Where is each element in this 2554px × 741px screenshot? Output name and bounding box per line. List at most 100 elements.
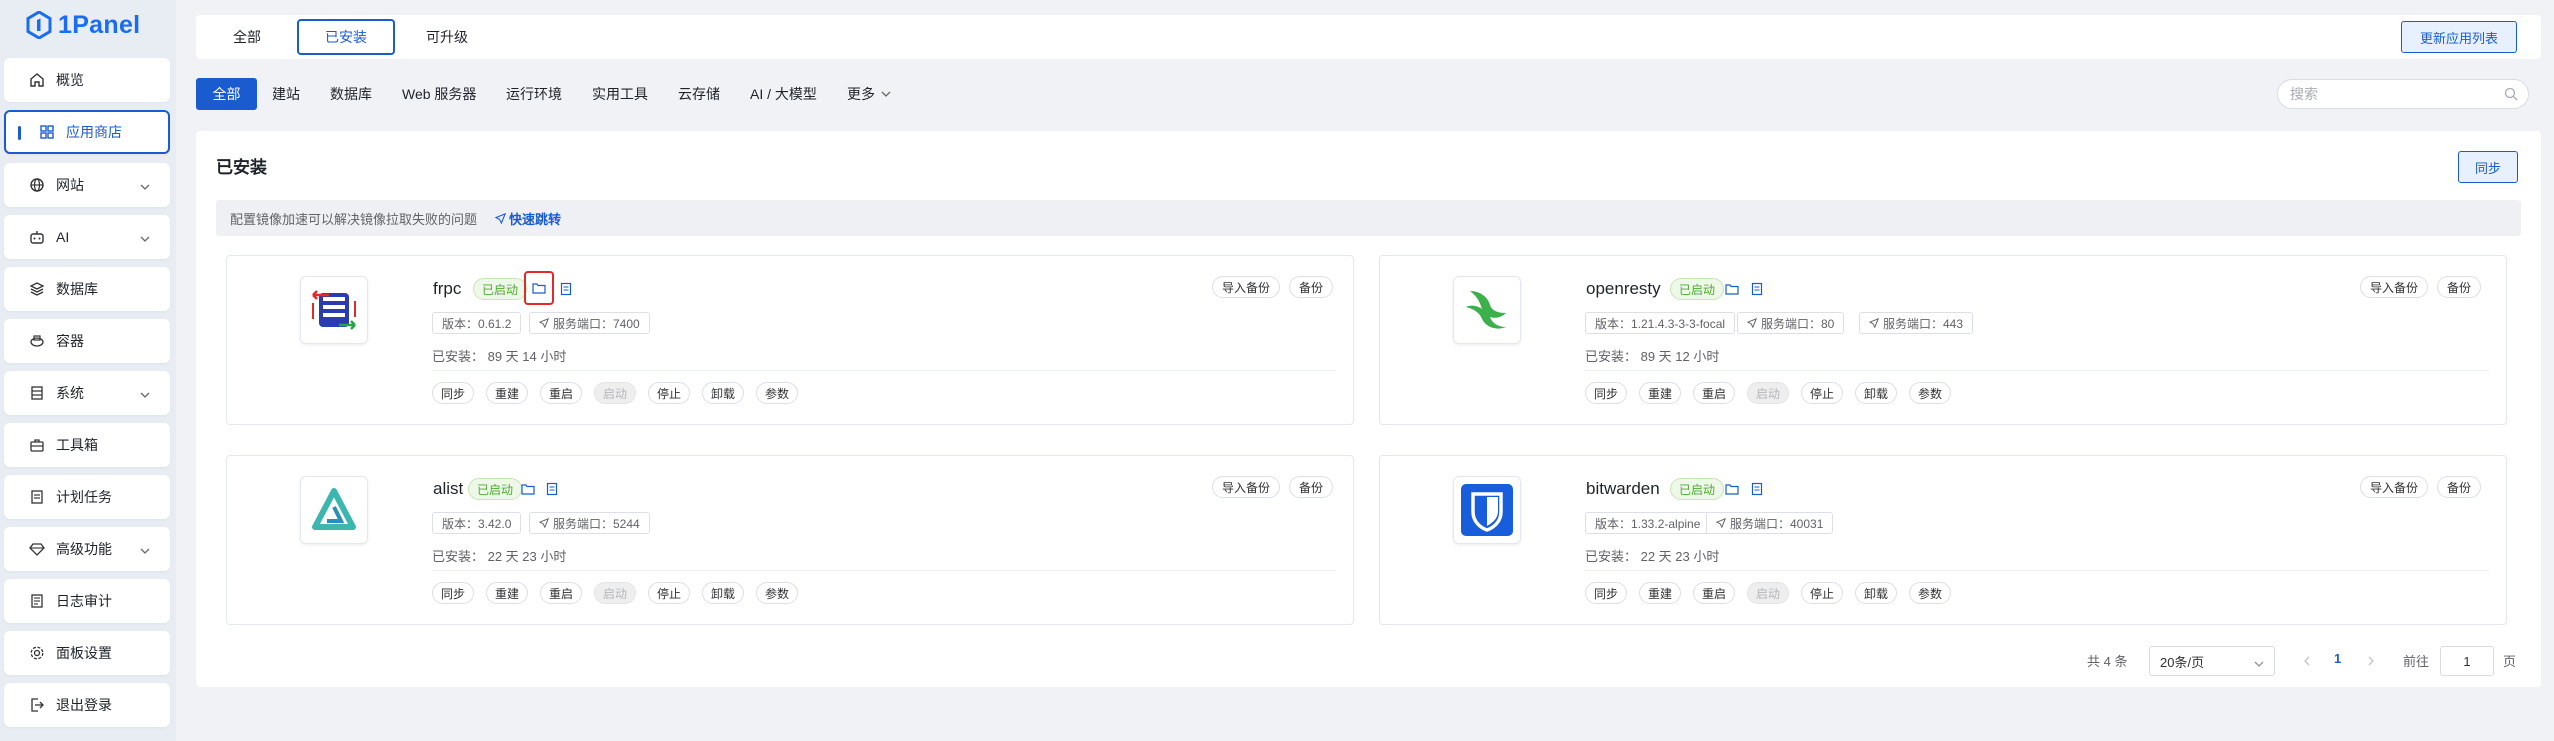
sidebar-item-overview[interactable]: 概览 <box>4 58 170 102</box>
op-rebuild-button[interactable]: 重建 <box>1639 382 1682 404</box>
sidebar-item-system[interactable]: 系统 <box>4 371 170 415</box>
op-restart-button[interactable]: 重启 <box>1693 382 1736 404</box>
category-all[interactable]: 全部 <box>196 78 257 110</box>
goto-page-input[interactable]: 1 <box>2440 646 2494 676</box>
backup-button[interactable]: 备份 <box>2437 276 2482 298</box>
category-more[interactable]: 更多 <box>847 78 891 110</box>
logo-icon <box>26 11 52 39</box>
category-cloud-storage[interactable]: 云存储 <box>678 78 720 110</box>
op-sync-button[interactable]: 同步 <box>1585 582 1628 604</box>
log-file-icon[interactable] <box>1748 280 1766 298</box>
import-backup-button[interactable]: 导入备份 <box>1212 476 1281 498</box>
import-backup-button[interactable]: 导入备份 <box>2360 276 2429 298</box>
op-restart-button[interactable]: 重启 <box>540 382 583 404</box>
next-page-icon[interactable] <box>2366 653 2376 671</box>
toolbox-icon <box>28 436 46 454</box>
category-web-server[interactable]: Web 服务器 <box>402 78 476 110</box>
backup-button[interactable]: 备份 <box>2437 476 2482 498</box>
folder-icon[interactable] <box>1723 480 1741 498</box>
bitwarden-logo[interactable] <box>1453 476 1521 544</box>
tab-all[interactable]: 全部 <box>218 19 276 55</box>
op-sync-button[interactable]: 同步 <box>1585 382 1628 404</box>
op-uninstall-button[interactable]: 卸载 <box>1855 382 1898 404</box>
sidebar-item-cron[interactable]: 计划任务 <box>4 475 170 519</box>
app-card-frpc: frpc 已启动 版本：0.61.2 服务端口：7400 已安装： 89 天 1… <box>226 255 1354 425</box>
notice-text: 配置镜像加速可以解决镜像拉取失败的问题 <box>230 211 478 227</box>
sync-button[interactable]: 同步 <box>2458 151 2518 183</box>
log-file-icon[interactable] <box>543 480 561 498</box>
op-start-button[interactable]: 启动 <box>1747 382 1790 404</box>
page-unit-label: 页 <box>2503 654 2517 669</box>
folder-icon[interactable] <box>524 271 554 305</box>
brand-logo[interactable]: 1Panel <box>26 6 140 44</box>
op-stop-button[interactable]: 停止 <box>1801 582 1844 604</box>
op-restart-button[interactable]: 重启 <box>540 582 583 604</box>
port-chip[interactable]: 服务端口：80 <box>1737 312 1845 334</box>
op-params-button[interactable]: 参数 <box>756 382 799 404</box>
page-number-current[interactable]: 1 <box>2334 651 2341 666</box>
prev-page-icon[interactable] <box>2302 653 2312 671</box>
op-sync-button[interactable]: 同步 <box>432 382 475 404</box>
op-params-button[interactable]: 参数 <box>756 582 799 604</box>
op-sync-button[interactable]: 同步 <box>432 582 475 604</box>
sidebar-item-website[interactable]: 网站 <box>4 163 170 207</box>
category-runtime[interactable]: 运行环境 <box>506 78 562 110</box>
category-database[interactable]: 数据库 <box>330 78 372 110</box>
sidebar-item-advanced[interactable]: 高级功能 <box>4 527 170 571</box>
sidebar-item-app-store[interactable]: 应用商店 <box>4 110 170 154</box>
quick-jump-link[interactable]: 快速跳转 <box>495 209 561 228</box>
openresty-logo[interactable] <box>1453 276 1521 344</box>
op-start-button[interactable]: 启动 <box>594 582 637 604</box>
tab-upgradable[interactable]: 可升级 <box>416 19 478 55</box>
op-uninstall-button[interactable]: 卸载 <box>1855 582 1898 604</box>
page-size-select[interactable]: 20条/页 <box>2149 646 2275 676</box>
search-input[interactable]: 搜索 <box>2277 79 2529 109</box>
op-stop-button[interactable]: 停止 <box>648 582 691 604</box>
op-stop-button[interactable]: 停止 <box>1801 382 1844 404</box>
backup-button[interactable]: 备份 <box>1289 276 1334 298</box>
tab-installed[interactable]: 已安装 <box>297 19 395 55</box>
op-start-button[interactable]: 启动 <box>1747 582 1790 604</box>
op-rebuild-button[interactable]: 重建 <box>486 582 529 604</box>
port-chip[interactable]: 服务端口：7400 <box>529 312 650 334</box>
port-label: 服务端口：40031 <box>1730 516 1824 531</box>
sidebar-item-settings[interactable]: 面板设置 <box>4 631 170 675</box>
op-rebuild-button[interactable]: 重建 <box>486 382 529 404</box>
backup-button[interactable]: 备份 <box>1289 476 1334 498</box>
diamond-icon <box>28 540 46 558</box>
sidebar-item-container[interactable]: 容器 <box>4 319 170 363</box>
divider <box>432 370 1336 371</box>
port-chip[interactable]: 服务端口：443 <box>1859 312 1974 334</box>
op-stop-button[interactable]: 停止 <box>648 382 691 404</box>
sidebar-item-database[interactable]: 数据库 <box>4 267 170 311</box>
import-backup-button[interactable]: 导入备份 <box>1212 276 1281 298</box>
update-app-list-button[interactable]: 更新应用列表 <box>2401 21 2517 53</box>
op-rebuild-button[interactable]: 重建 <box>1639 582 1682 604</box>
op-params-button[interactable]: 参数 <box>1909 582 1952 604</box>
sidebar-item-logout[interactable]: 退出登录 <box>4 683 170 727</box>
sidebar-item-ai[interactable]: AI <box>4 215 170 259</box>
op-params-button[interactable]: 参数 <box>1909 382 1952 404</box>
sidebar-item-logs[interactable]: 日志审计 <box>4 579 170 623</box>
op-restart-button[interactable]: 重启 <box>1693 582 1736 604</box>
frpc-logo[interactable] <box>300 276 368 344</box>
category-tools[interactable]: 实用工具 <box>592 78 648 110</box>
folder-icon[interactable] <box>1723 280 1741 298</box>
op-uninstall-button[interactable]: 卸载 <box>702 382 745 404</box>
folder-icon[interactable] <box>519 480 537 498</box>
app-card-openresty: openresty 已启动 版本：1.21.4.3-3-3-focal 服务端口… <box>1379 255 2507 425</box>
category-website[interactable]: 建站 <box>272 78 300 110</box>
port-chip[interactable]: 服务端口：40031 <box>1706 512 1834 534</box>
alist-logo[interactable] <box>300 476 368 544</box>
divider <box>432 570 1336 571</box>
log-file-icon[interactable] <box>557 280 575 298</box>
log-file-icon[interactable] <box>1748 480 1766 498</box>
op-uninstall-button[interactable]: 卸载 <box>702 582 745 604</box>
app-name: openresty <box>1586 279 1661 298</box>
gear-icon <box>28 644 46 662</box>
op-start-button[interactable]: 启动 <box>594 382 637 404</box>
sidebar-item-toolbox[interactable]: 工具箱 <box>4 423 170 467</box>
import-backup-button[interactable]: 导入备份 <box>2360 476 2429 498</box>
category-ai-llm[interactable]: AI / 大模型 <box>750 78 817 110</box>
port-chip[interactable]: 服务端口：5244 <box>529 512 650 534</box>
